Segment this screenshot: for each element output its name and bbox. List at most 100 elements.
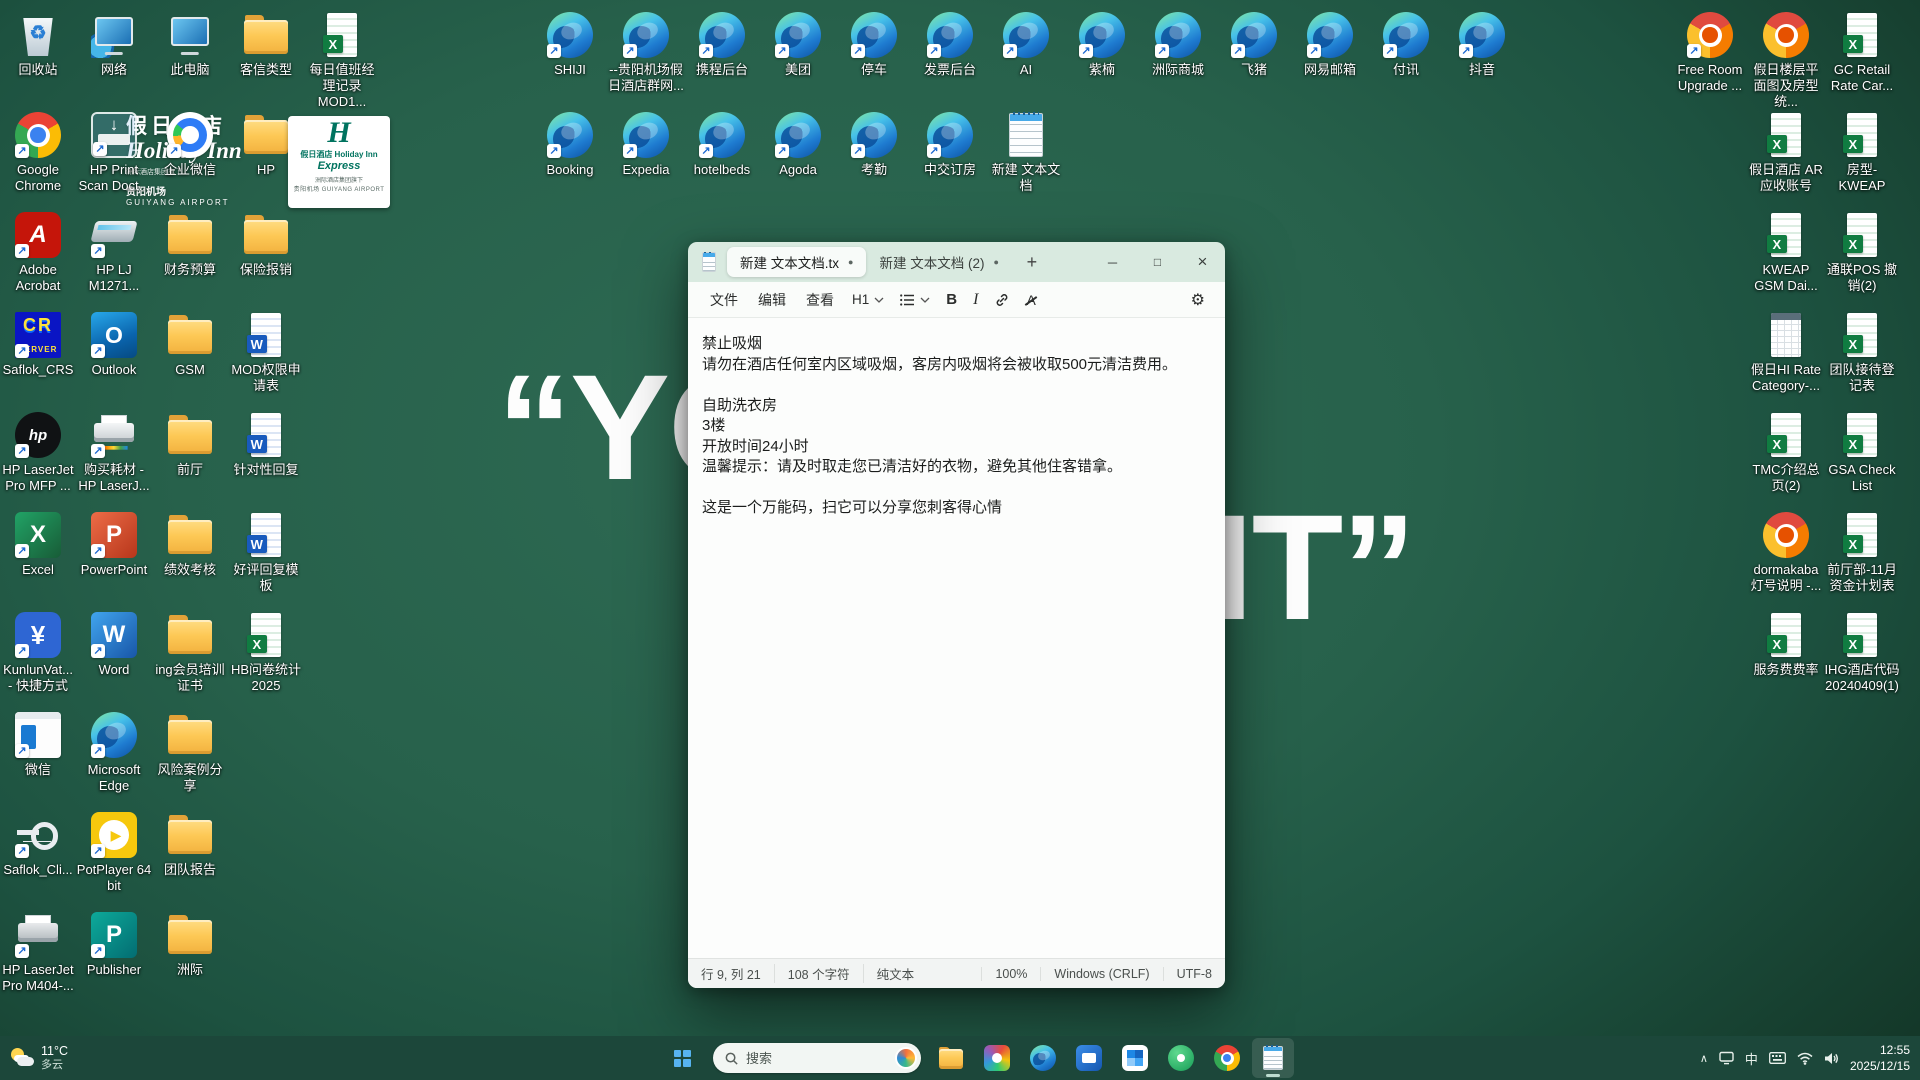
taskbar-app-edge[interactable] — [1022, 1038, 1064, 1078]
taskbar-weather-widget[interactable]: 11°C 多云 — [10, 1044, 68, 1072]
desktop-icon[interactable]: ↗ Agoda — [760, 112, 836, 178]
heading-dropdown[interactable]: H1 — [844, 286, 892, 314]
taskbar-app-chrome[interactable] — [1206, 1038, 1248, 1078]
desktop-icon[interactable]: GSM — [152, 312, 228, 378]
desktop-icon[interactable]: ↗ KunlunVat... - 快捷方式 — [0, 612, 76, 694]
desktop-icon[interactable]: 通联POS 撤销(2) — [1824, 212, 1900, 294]
desktop-icon[interactable]: ↗ Booking — [532, 112, 608, 178]
desktop-icon[interactable]: ↗ Outlook — [76, 312, 152, 378]
desktop-icon[interactable]: MOD权限申请表 — [228, 312, 304, 394]
desktop-icon[interactable]: ↗ Word — [76, 612, 152, 678]
desktop-icon[interactable]: ↗ 考勤 — [836, 112, 912, 178]
desktop-icon[interactable]: 房型-KWEAP — [1824, 112, 1900, 194]
bold-button[interactable]: B — [938, 286, 965, 314]
notepad-text-area[interactable]: 禁止吸烟 请勿在酒店任何室内区域吸烟，客房内吸烟将会被收取500元清洁费用。 自助洗… — [688, 318, 1225, 958]
desktop-icon[interactable]: ↗ Google Chrome — [0, 112, 76, 194]
desktop-icon[interactable]: HB问卷统计2025 — [228, 612, 304, 694]
desktop-icon[interactable]: ↗ 购买耗材 - HP LaserJ... — [76, 412, 152, 494]
desktop-icon[interactable]: 客信类型 — [228, 12, 304, 78]
desktop-icon[interactable]: ↗ 企业微信 — [152, 112, 228, 178]
desktop-icon[interactable]: ↗ 飞猪 — [1216, 12, 1292, 78]
desktop-icon[interactable]: dormakaba 灯号说明 -... — [1748, 512, 1824, 594]
tray-chevron-up-icon[interactable]: ∧ — [1700, 1052, 1708, 1065]
status-zoom-level[interactable]: 100% — [981, 966, 1040, 981]
desktop-icon[interactable]: ↗ SHIJI — [532, 12, 608, 78]
menu-file[interactable]: 文件 — [700, 286, 748, 314]
tab-document-1[interactable]: 新建 文本文档.tx ● — [727, 247, 867, 277]
taskbar-app-file-explorer[interactable] — [930, 1038, 972, 1078]
desktop-icon[interactable]: 新建 文本文档 — [988, 112, 1064, 194]
desktop-icon[interactable]: 假日楼层平面图及房型统... — [1748, 12, 1824, 110]
desktop-icon[interactable]: 假日酒店 AR 应收账号 — [1748, 112, 1824, 194]
menu-edit[interactable]: 编辑 — [748, 286, 796, 314]
desktop-icon[interactable]: 财务预算 — [152, 212, 228, 278]
desktop-icon[interactable]: ↗ AI — [988, 12, 1064, 78]
desktop-icon[interactable]: ↗ 美团 — [760, 12, 836, 78]
desktop-icon[interactable]: ↗ PotPlayer 64 bit — [76, 812, 152, 894]
desktop-icon[interactable]: ↗ Free Room Upgrade ... — [1672, 12, 1748, 94]
desktop-icon[interactable]: ↗ 发票后台 — [912, 12, 988, 78]
desktop-icon[interactable]: ↗ Excel — [0, 512, 76, 578]
tab-document-2[interactable]: 新建 文本文档 (2) ● — [866, 247, 1011, 277]
search-input[interactable] — [746, 1050, 888, 1066]
maximize-button[interactable]: □ — [1135, 242, 1180, 282]
desktop-icon[interactable]: 此电脑 — [152, 12, 228, 78]
desktop-icon[interactable]: ↗ Adobe Acrobat — [0, 212, 76, 294]
desktop-icon[interactable]: ↗ Saflok_CRS — [0, 312, 76, 378]
desktop-icon[interactable]: 风险案例分享 — [152, 712, 228, 794]
desktop-icon[interactable]: 网络 — [76, 12, 152, 78]
notepad-titlebar[interactable]: 新建 文本文档.tx ● 新建 文本文档 (2) ● + ─ □ × — [688, 242, 1225, 282]
desktop-icon[interactable]: ↗ 网易邮箱 — [1292, 12, 1368, 78]
taskbar-app-green-app[interactable] — [1160, 1038, 1202, 1078]
tray-wifi-icon[interactable] — [1797, 1052, 1813, 1065]
holiday-inn-express-thumbnail[interactable]: H 假日酒店 Holiday Inn Express 洲际酒店集团旗下 贵阳机场… — [288, 116, 390, 208]
desktop-icon[interactable]: ↗ Expedia — [608, 112, 684, 178]
start-button[interactable] — [660, 1038, 704, 1078]
desktop-icon[interactable]: GC Retail Rate Car... — [1824, 12, 1900, 94]
settings-button[interactable]: ⚙ — [1183, 286, 1213, 314]
menu-view[interactable]: 查看 — [796, 286, 844, 314]
close-button[interactable]: × — [1180, 242, 1225, 282]
desktop-icon[interactable]: ↗ HP LJ M1271... — [76, 212, 152, 294]
desktop-icon[interactable]: TMC介绍总页(2) — [1748, 412, 1824, 494]
tray-volume-icon[interactable] — [1824, 1052, 1839, 1065]
desktop-icon[interactable]: ↗ Saflok_Cli... — [0, 812, 76, 878]
taskbar-app-photos[interactable] — [976, 1038, 1018, 1078]
desktop-icon[interactable]: 团队报告 — [152, 812, 228, 878]
desktop-icon[interactable]: ↗ hotelbeds — [684, 112, 760, 178]
taskbar-app-grid-app[interactable] — [1114, 1038, 1156, 1078]
taskbar-app-mail-app[interactable] — [1068, 1038, 1110, 1078]
taskbar-clock[interactable]: 12:55 2025/12/15 — [1850, 1042, 1910, 1074]
desktop-icon[interactable]: ↗ HP LaserJet Pro MFP ... — [0, 412, 76, 494]
tray-display-icon[interactable] — [1719, 1051, 1734, 1065]
desktop-icon[interactable]: 好评回复模板 — [228, 512, 304, 594]
desktop-icon[interactable]: ↗ 紫楠 — [1064, 12, 1140, 78]
desktop-icon[interactable]: 团队接待登记表 — [1824, 312, 1900, 394]
desktop-icon[interactable]: ↗ Publisher — [76, 912, 152, 978]
desktop-icon[interactable]: IHG酒店代码20240409(1) — [1824, 612, 1900, 694]
desktop-icon[interactable]: ↗ 停车 — [836, 12, 912, 78]
desktop-icon[interactable]: ↗ HP LaserJet Pro M404-... — [0, 912, 76, 994]
desktop-icon[interactable]: ing会员培训证书 — [152, 612, 228, 694]
desktop-icon[interactable]: 针对性回复 — [228, 412, 304, 478]
desktop-icon[interactable]: ↗ 微信 — [0, 712, 76, 778]
desktop-icon[interactable]: ↗ Microsoft Edge — [76, 712, 152, 794]
taskbar-search-box[interactable] — [713, 1043, 921, 1073]
new-tab-button[interactable]: + — [1017, 248, 1047, 276]
status-line-endings[interactable]: Windows (CRLF) — [1040, 966, 1162, 981]
desktop-icon[interactable]: ↗ 携程后台 — [684, 12, 760, 78]
link-button[interactable] — [986, 286, 1018, 314]
desktop-icon[interactable]: ↗ --贵阳机场假日酒店群网... — [608, 12, 684, 94]
desktop-icon[interactable]: GSA Check List — [1824, 412, 1900, 494]
desktop-icon[interactable]: 绩效考核 — [152, 512, 228, 578]
desktop-icon[interactable]: ↗ 抖音 — [1444, 12, 1520, 78]
tray-ime-indicator[interactable]: 中 — [1745, 1049, 1758, 1068]
desktop-icon[interactable]: ↗ 付讯 — [1368, 12, 1444, 78]
desktop-icon[interactable]: 服务费费率 — [1748, 612, 1824, 678]
minimize-button[interactable]: ─ — [1090, 242, 1135, 282]
desktop-icon[interactable]: KWEAP GSM Dai... — [1748, 212, 1824, 294]
desktop-icon[interactable]: 回收站 — [0, 12, 76, 78]
desktop-icon[interactable]: 洲际 — [152, 912, 228, 978]
desktop-icon[interactable]: ↗ HP Print Scan Doct... — [76, 112, 152, 194]
desktop-icon[interactable]: 每日值班经理记录MOD1... — [304, 12, 380, 110]
